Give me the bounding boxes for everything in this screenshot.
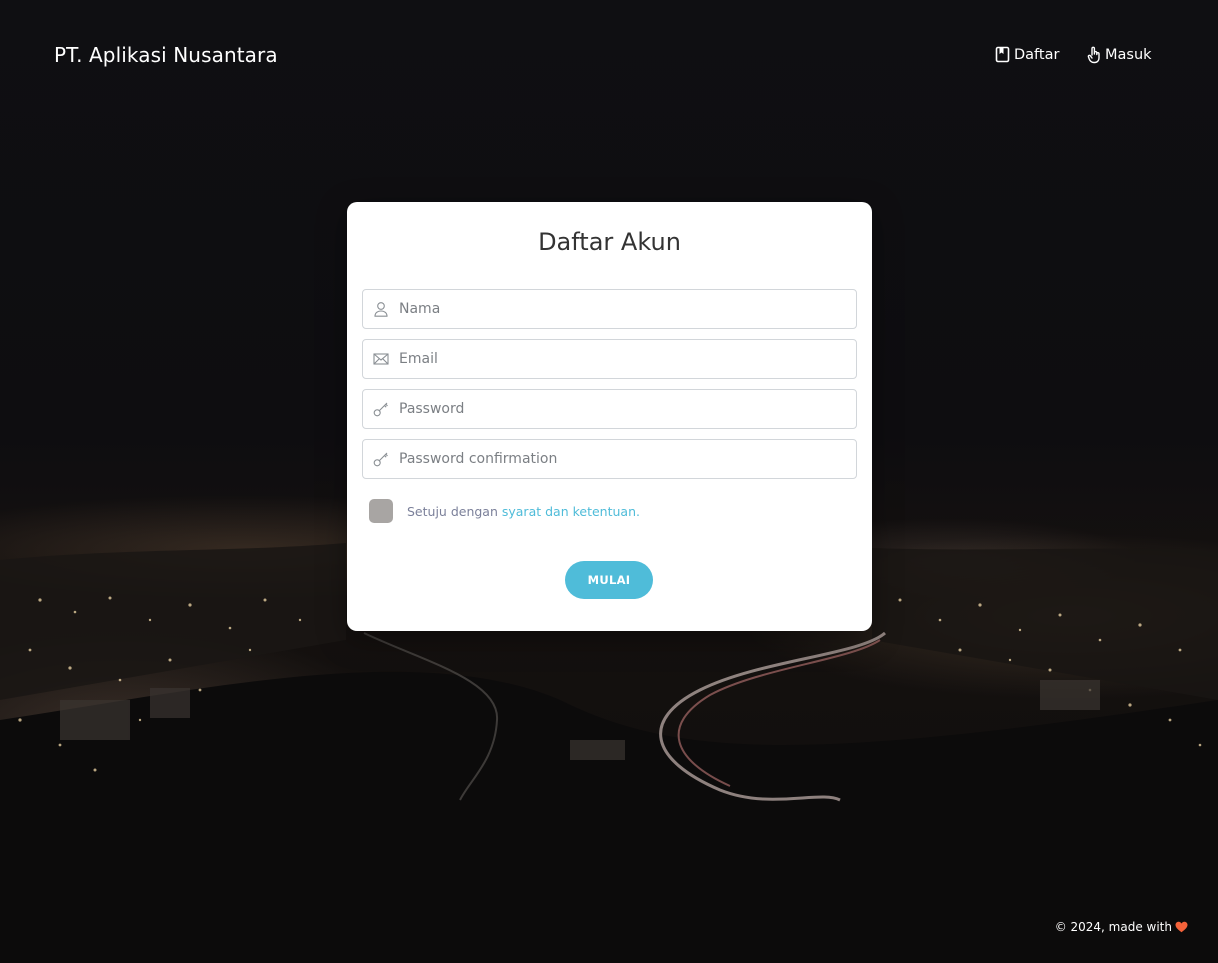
book-icon <box>995 46 1010 63</box>
name-input[interactable] <box>399 290 839 328</box>
navbar: PT. Aplikasi Nusantara Daftar Masuk <box>0 0 1218 112</box>
submit-button[interactable]: MULAI <box>565 561 653 599</box>
terms-label: Setuju dengan syarat dan ketentuan. <box>407 504 640 519</box>
nav-masuk-label: Masuk <box>1105 47 1152 63</box>
brand-link[interactable]: PT. Aplikasi Nusantara <box>54 43 278 67</box>
hand-pointer-icon <box>1087 46 1100 64</box>
form-title: Daftar Akun <box>538 228 681 256</box>
email-field <box>362 339 857 379</box>
name-field <box>362 289 857 329</box>
key-icon <box>373 452 388 467</box>
email-input[interactable] <box>399 340 839 378</box>
footer: © 2024, made with <box>1055 920 1188 934</box>
terms-checkbox[interactable] <box>369 499 393 523</box>
password-input[interactable] <box>399 390 839 428</box>
user-icon <box>374 302 388 317</box>
password-confirmation-input[interactable] <box>399 440 839 478</box>
agree-text: Setuju dengan <box>407 503 502 519</box>
terms-row: Setuju dengan syarat dan ketentuan. <box>369 499 640 523</box>
nav-daftar-link[interactable]: Daftar <box>995 46 1059 63</box>
nav-daftar-label: Daftar <box>1014 46 1060 63</box>
nav-masuk-link[interactable]: Masuk <box>1087 46 1152 64</box>
footer-text: © 2024, made with <box>1054 920 1172 934</box>
password-field <box>362 389 857 429</box>
key-icon <box>373 402 388 417</box>
envelope-icon <box>373 353 389 365</box>
heart-icon <box>1175 921 1188 933</box>
terms-link[interactable]: syarat dan ketentuan. <box>502 504 640 519</box>
register-card: Daftar Akun Setuju dengan syarat dan ket… <box>347 202 872 631</box>
password-confirmation-field <box>362 439 857 479</box>
